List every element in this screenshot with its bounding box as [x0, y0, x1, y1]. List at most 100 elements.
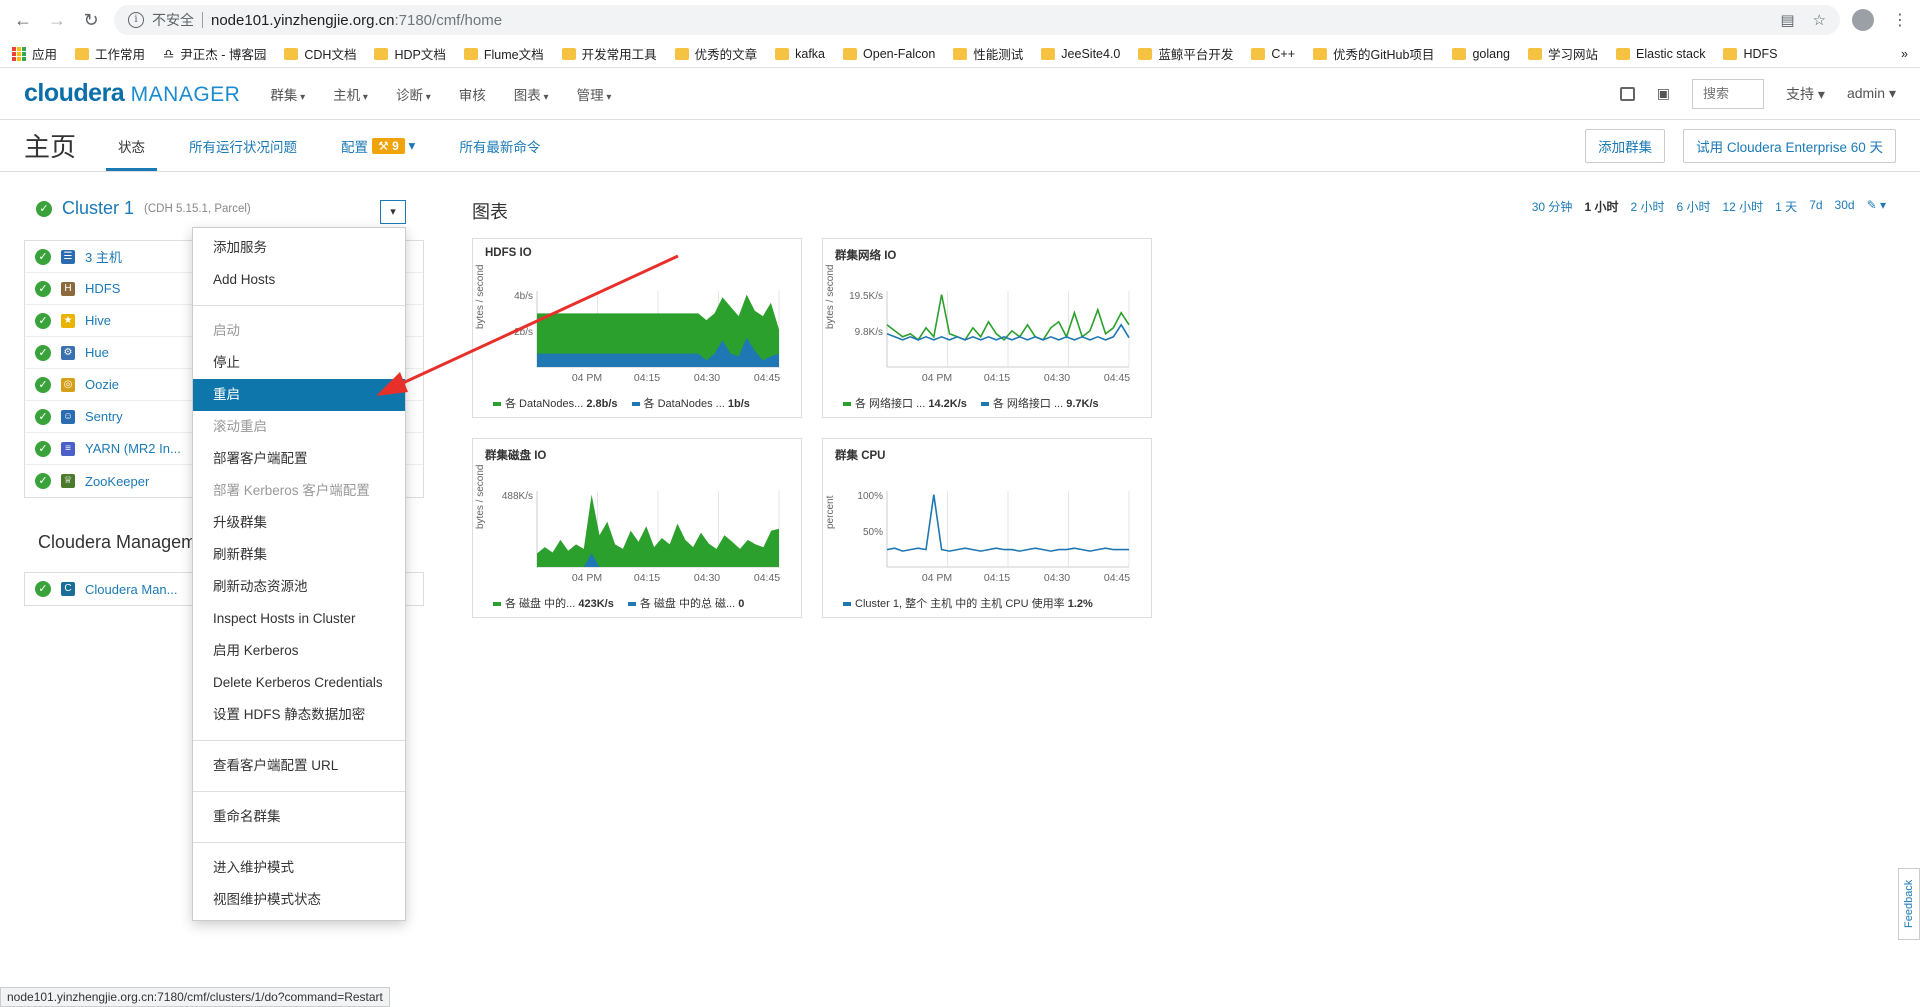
bookmark-item[interactable]: kafka: [775, 47, 825, 61]
legend-item[interactable]: Cluster 1, 整个 主机 中的 主机 CPU 使用率 1.2%: [843, 595, 1093, 611]
chart-cluster-network-io[interactable]: 群集网络 IO bytes / second 19.5K/s 9.8K/s 04 PM 0…: [822, 238, 1152, 418]
menu-item[interactable]: 升级群集: [193, 507, 405, 539]
x-tick-label: 04:30: [694, 372, 720, 384]
menu-item[interactable]: 查看客户端配置 URL: [193, 750, 405, 782]
service-name[interactable]: Sentry: [85, 409, 123, 424]
menu-item[interactable]: 进入维护模式: [193, 852, 405, 884]
nav-menu-3[interactable]: 审核: [459, 84, 486, 104]
cluster-name-link[interactable]: Cluster 1: [62, 198, 134, 219]
menu-item[interactable]: 重命名群集: [193, 801, 405, 833]
bookmark-item[interactable]: Open-Falcon: [843, 47, 935, 61]
tab-status[interactable]: 状态: [106, 120, 158, 171]
search-input[interactable]: [1692, 78, 1765, 109]
bookmark-item[interactable]: HDFS: [1723, 47, 1778, 61]
tab-recent-commands[interactable]: 所有最新命令: [447, 120, 552, 171]
service-name[interactable]: Hive: [85, 313, 111, 328]
time-range-option[interactable]: 1 天: [1775, 198, 1797, 215]
menu-item[interactable]: 设置 HDFS 静态数据加密: [193, 699, 405, 731]
management-title: Cloudera Managem: [38, 532, 197, 552]
nav-menu-1[interactable]: 主机: [333, 84, 368, 104]
legend-item[interactable]: 各 磁盘 中的... 423K/s: [493, 595, 614, 611]
service-name[interactable]: ZooKeeper: [85, 474, 149, 489]
bookmark-item[interactable]: 应用: [12, 44, 57, 63]
menu-item[interactable]: 视图维护模式状态: [193, 884, 405, 916]
bookmark-item[interactable]: 学习网站: [1527, 44, 1598, 63]
bookmark-item[interactable]: Elastic stack: [1616, 47, 1705, 61]
time-range-option[interactable]: 30 分钟: [1532, 198, 1573, 215]
edit-icon[interactable]: ✎ ▾: [1867, 198, 1886, 215]
menu-item: 滚动重启: [213, 419, 267, 434]
service-name[interactable]: YARN (MR2 In...: [85, 441, 181, 456]
legend-item[interactable]: 各 磁盘 中的总 磁... 0: [627, 595, 744, 611]
bookmark-item[interactable]: C++: [1251, 47, 1295, 61]
cluster-actions-dropdown-button[interactable]: ▾: [380, 200, 406, 224]
service-name[interactable]: Cloudera Man...: [85, 582, 178, 597]
tasks-icon[interactable]: ▣: [1657, 85, 1670, 102]
bookmark-item[interactable]: 优秀的GitHub项目: [1313, 44, 1434, 63]
chart-cluster-cpu[interactable]: 群集 CPU percent 100% 50% 04 PM 04:15 04:30 04:45…: [822, 438, 1152, 618]
menu-item[interactable]: 启用 Kerberos: [193, 635, 405, 667]
menu-item[interactable]: Delete Kerberos Credentials: [193, 667, 405, 699]
user-menu[interactable]: admin ▾: [1847, 85, 1896, 102]
menu-item[interactable]: 部署客户端配置: [193, 443, 405, 475]
chart-cluster-disk-io[interactable]: 群集磁盘 IO bytes / second 488K/s 04 PM 04:15 04:…: [472, 438, 802, 618]
bookmark-item[interactable]: ♎ 尹正杰 - 博客园: [163, 44, 266, 63]
menu-icon[interactable]: ⋮: [1892, 10, 1908, 30]
bookmark-item[interactable]: 性能测试: [953, 44, 1023, 63]
tab-config[interactable]: 配置 ⚒ 9 ▾: [329, 120, 427, 171]
nav-menu-5[interactable]: 管理: [577, 84, 612, 104]
star-icon[interactable]: ☆: [1813, 11, 1826, 29]
chart-hdfs-io[interactable]: HDFS IO bytes / second 4b/s 2b/s 04 PM 04:15 0…: [472, 238, 802, 418]
menu-item[interactable]: 停止: [193, 347, 405, 379]
bookmark-item[interactable]: JeeSite4.0: [1041, 47, 1120, 61]
time-range-option[interactable]: 30d: [1835, 198, 1855, 215]
bookmark-item[interactable]: 开发常用工具: [561, 44, 657, 63]
menu-item[interactable]: Inspect Hosts in Cluster: [193, 603, 405, 635]
time-range-option[interactable]: 7d: [1809, 198, 1822, 215]
translate-icon[interactable]: ▤: [1780, 11, 1794, 29]
bookmark-item[interactable]: 优秀的文章: [674, 44, 757, 63]
back-icon[interactable]: ←: [12, 9, 34, 31]
service-name[interactable]: Hue: [85, 345, 109, 360]
bookmark-item[interactable]: Flume文档: [463, 44, 544, 63]
tab-health-issues[interactable]: 所有运行状况问题: [177, 120, 309, 171]
nav-menu-0[interactable]: 群集: [270, 84, 305, 104]
legend-item[interactable]: 各 网络接口 ... 9.7K/s: [980, 395, 1099, 411]
gift-icon[interactable]: [1619, 86, 1635, 101]
bookmark-item[interactable]: HDP文档: [374, 44, 446, 63]
cloudera-logo[interactable]: cloudera MANAGER: [24, 79, 240, 108]
menu-item[interactable]: 刷新动态资源池: [193, 571, 405, 603]
legend-item[interactable]: 各 DataNodes... 2.8b/s: [493, 395, 618, 411]
forward-icon[interactable]: →: [46, 9, 68, 31]
bookmark-item[interactable]: golang: [1452, 47, 1510, 61]
service-name[interactable]: HDFS: [85, 281, 120, 296]
time-range-option[interactable]: 2 小时: [1630, 198, 1664, 215]
feedback-tab[interactable]: Feedback: [1898, 868, 1920, 940]
time-range-option[interactable]: 1 小时: [1584, 198, 1618, 215]
address-bar[interactable]: i 不安全 node101.yinzhengjie.org.cn:7180/cm…: [114, 5, 1840, 35]
service-name[interactable]: Oozie: [85, 377, 119, 392]
nav-menu-2[interactable]: 诊断: [396, 84, 431, 104]
time-range-option[interactable]: 12 小时: [1722, 198, 1763, 215]
legend-item[interactable]: 各 网络接口 ... 14.2K/s: [843, 395, 967, 411]
info-icon[interactable]: i: [128, 12, 144, 28]
time-range-option[interactable]: 6 小时: [1676, 198, 1710, 215]
menu-item[interactable]: Add Hosts: [193, 264, 405, 296]
bookmark-item[interactable]: 蓝鲸平台开发: [1138, 44, 1233, 63]
service-name[interactable]: 3 主机: [85, 247, 122, 266]
bookmark-item[interactable]: CDH文档: [284, 44, 356, 63]
add-cluster-button[interactable]: 添加群集: [1585, 128, 1666, 163]
legend-item[interactable]: 各 DataNodes ... 1b/s: [631, 395, 750, 411]
cluster-actions-menu: 添加服务 Add Hosts 启动 停止 重启 滚动重启 部署客户端配置 部署 Kerbero…: [192, 227, 406, 921]
more-bookmarks-icon[interactable]: »: [1901, 47, 1908, 61]
menu-item[interactable]: 重启: [193, 379, 405, 411]
reload-icon[interactable]: ↻: [80, 9, 102, 31]
trial-button[interactable]: 试用 Cloudera Enterprise 60 天: [1683, 128, 1896, 163]
support-menu[interactable]: 支持 ▾: [1786, 84, 1825, 104]
menu-item[interactable]: 刷新群集: [193, 539, 405, 571]
profile-avatar[interactable]: [1852, 9, 1874, 31]
blog-icon: ♎: [163, 47, 175, 61]
menu-item[interactable]: 添加服务: [193, 232, 405, 264]
bookmark-item[interactable]: 工作常用: [75, 44, 145, 63]
nav-menu-4[interactable]: 图表: [514, 84, 549, 104]
